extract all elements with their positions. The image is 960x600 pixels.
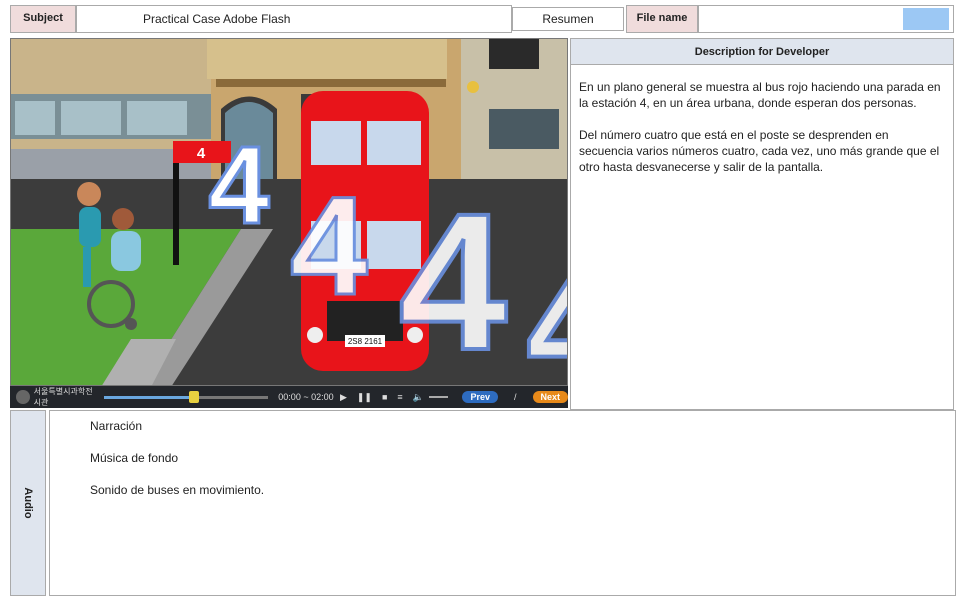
flying-number-3: 4: [399, 173, 507, 386]
flying-number-2: 4: [290, 167, 368, 324]
seoul-logo-icon: [16, 390, 30, 404]
menu-icon[interactable]: ≡: [397, 392, 402, 402]
street-scene: 4 2S8 2161 4 4 4 4: [11, 39, 568, 386]
subject-label: Subject: [10, 5, 76, 33]
next-button[interactable]: Next: [532, 391, 569, 403]
bus-stop-number: 4: [197, 145, 206, 162]
description-paragraph-1: En un plano general se muestra al bus ro…: [579, 80, 941, 110]
audio-label: Audio: [22, 487, 34, 519]
file-name-field[interactable]: [698, 5, 954, 33]
flying-number-1: 4: [208, 124, 269, 247]
audio-item-bus-sound: Sonido de buses en movimiento.: [90, 483, 265, 497]
time-display: 00:00 ~ 02:00: [278, 392, 334, 402]
description-body: En un plano general se muestra al bus ro…: [570, 65, 954, 410]
progress-handle[interactable]: [189, 390, 200, 403]
animation-scene: 4 2S8 2161 4 4 4 4: [10, 38, 568, 386]
audio-item-narration: Narración: [90, 419, 143, 433]
audio-list: Narración Música de fondo Sonido de buse…: [49, 410, 956, 596]
volume-icon[interactable]: 🔈: [413, 392, 424, 403]
description-paragraph-2: Del número cuatro que está en el poste s…: [579, 128, 940, 174]
description-title: Description for Developer: [570, 38, 954, 65]
license-plate: 2S8 2161: [348, 337, 383, 346]
flying-number-4: 4: [527, 234, 568, 386]
pause-icon[interactable]: ❚❚: [357, 392, 372, 403]
volume-slider[interactable]: [428, 396, 449, 398]
file-name-label: File name: [626, 5, 698, 33]
progress-track[interactable]: [104, 390, 269, 403]
stop-icon[interactable]: ■: [382, 392, 387, 402]
resumen-button[interactable]: Resumen: [512, 7, 624, 31]
audio-label-panel: Audio: [10, 410, 46, 596]
file-name-swatch: [903, 8, 949, 30]
progress-fill: [104, 395, 195, 399]
logo-text: 서울특별시과학전시관: [33, 387, 93, 407]
player-controls: 서울특별시과학전시관 00:00 ~ 02:00 ▶ ❚❚ ■ ≡ 🔈 Prev…: [10, 386, 569, 408]
subject-value: Practical Case Adobe Flash: [76, 5, 512, 33]
play-icon[interactable]: ▶: [340, 392, 347, 403]
audio-item-music: Música de fondo: [90, 451, 179, 465]
prev-button[interactable]: Prev: [462, 391, 498, 403]
nav-separator: /: [513, 392, 517, 402]
